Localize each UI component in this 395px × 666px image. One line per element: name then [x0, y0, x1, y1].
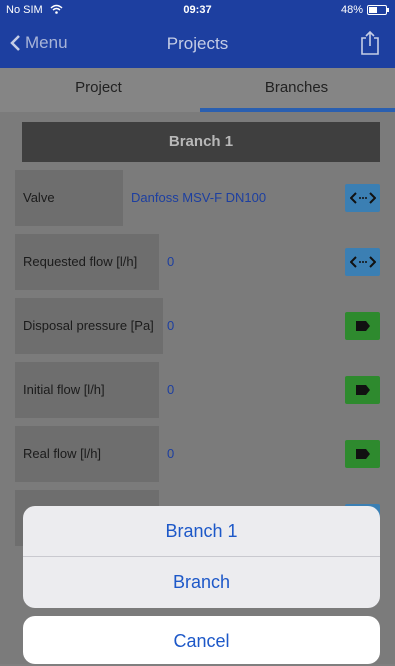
expand-arrows-icon [349, 256, 376, 268]
segmented-tabs: Project Branches [0, 68, 395, 112]
field-label: Disposal pressure [Pa] [15, 298, 163, 354]
action-sheet-option-branch-1[interactable]: Branch 1 [23, 506, 380, 556]
share-icon[interactable] [359, 30, 381, 56]
tab-branches[interactable]: Branches [198, 68, 395, 112]
tag-button[interactable] [345, 440, 380, 468]
field-value[interactable]: 0 [167, 362, 174, 418]
navigation-bar: Menu Projects [0, 20, 395, 68]
field-value[interactable]: 0 [167, 234, 174, 290]
action-sheet: Branch 1 Branch [23, 506, 380, 608]
field-label: Requested flow [l/h] [15, 234, 159, 290]
field-row-disposal-pressure: Disposal pressure [Pa] 0 [0, 298, 395, 354]
tag-icon [355, 321, 370, 331]
field-value[interactable]: 0 [167, 426, 174, 482]
field-label: Real flow [l/h] [15, 426, 159, 482]
branch-header: Branch 1 [22, 122, 380, 162]
action-sheet-option-branch[interactable]: Branch [23, 557, 380, 607]
clock: 09:37 [183, 4, 212, 16]
field-label: Valve [15, 170, 123, 226]
field-row-valve: Valve Danfoss MSV-F DN100 [0, 170, 395, 226]
cancel-button[interactable]: Cancel [23, 616, 380, 664]
tag-button[interactable] [345, 376, 380, 404]
tab-project[interactable]: Project [0, 68, 197, 112]
expand-button[interactable] [345, 184, 380, 212]
field-value[interactable]: Danfoss MSV-F DN100 [131, 170, 266, 226]
page-title: Projects [166, 34, 229, 53]
tag-icon [355, 385, 370, 395]
battery-icon [367, 5, 389, 15]
field-row-real-flow: Real flow [l/h] 0 [0, 426, 395, 482]
tag-icon [355, 449, 370, 459]
field-label: Initial flow [l/h] [15, 362, 159, 418]
field-row-initial-flow: Initial flow [l/h] 0 [0, 362, 395, 418]
tag-button[interactable] [345, 312, 380, 340]
status-bar: No SIM 09:37 48% [0, 0, 395, 20]
expand-button[interactable] [345, 248, 380, 276]
field-row-requested-flow: Requested flow [l/h] 0 [0, 234, 395, 290]
field-value[interactable]: 0 [167, 298, 174, 354]
battery-percent: 48% [340, 4, 363, 16]
expand-arrows-icon [349, 192, 376, 204]
